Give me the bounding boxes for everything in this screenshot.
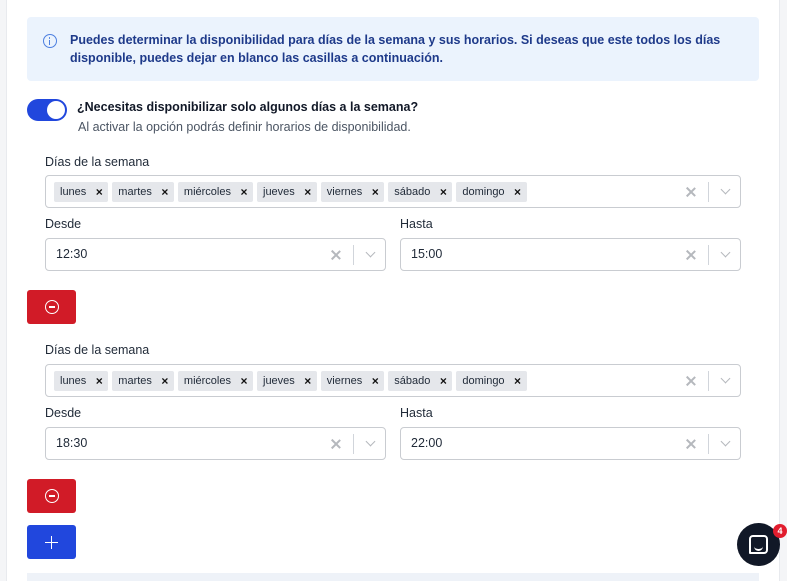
to-label: Hasta [400, 406, 433, 420]
day-chips: lunes × martes × miércoles × jueves × vierne… [54, 182, 527, 202]
add-schedule-button[interactable] [27, 525, 76, 559]
day-chip: lunes × [54, 182, 109, 202]
day-chip: domingo × [456, 371, 527, 391]
chevron-down-icon[interactable] [364, 437, 378, 451]
day-chip: miércoles × [177, 371, 253, 391]
day-chip-label: jueves [263, 375, 295, 387]
close-icon[interactable]: × [368, 371, 382, 391]
to-time-value: 15:00 [411, 247, 443, 261]
day-chip-label: lunes [60, 375, 87, 387]
close-icon[interactable]: × [511, 371, 525, 391]
day-chip: miércoles × [177, 182, 253, 202]
close-icon[interactable]: × [301, 182, 315, 202]
to-label: Hasta [400, 217, 433, 231]
day-chip: viernes × [320, 371, 385, 391]
day-chip-label: sábado [394, 186, 431, 198]
to-time-select[interactable]: 22:00 [400, 427, 741, 460]
day-chip-label: jueves [263, 186, 295, 198]
close-icon[interactable]: × [436, 182, 450, 202]
toggle-knob [47, 101, 65, 119]
from-time-select[interactable]: 12:30 [45, 238, 386, 271]
from-label: Desde [45, 217, 82, 231]
day-chip-label: viernes [326, 186, 363, 198]
clear-icon[interactable] [684, 248, 698, 262]
clear-icon[interactable] [329, 437, 343, 451]
from-time-value: 12:30 [56, 247, 88, 261]
day-chip-label: lunes [60, 186, 87, 198]
day-chip-label: viernes [326, 375, 363, 387]
from-time-select[interactable]: 18:30 [45, 427, 386, 460]
day-chip-label: miércoles [183, 375, 231, 387]
divider [708, 245, 709, 265]
chat-icon [749, 535, 768, 554]
day-chip-label: domingo [462, 186, 505, 198]
day-chip-label: sábado [394, 375, 431, 387]
info-icon [43, 34, 57, 48]
day-chip: viernes × [320, 182, 385, 202]
close-icon[interactable]: × [237, 371, 251, 391]
availability-toggle[interactable] [27, 99, 67, 121]
divider [353, 245, 354, 265]
plus-icon [45, 536, 58, 549]
day-chip-label: martes [118, 186, 152, 198]
info-banner: Puedes determinar la disponibilidad para… [27, 17, 759, 81]
from-label: Desde [45, 406, 82, 420]
close-icon[interactable]: × [301, 371, 315, 391]
toggle-subtitle: Al activar la opción podrás definir hora… [78, 120, 411, 134]
chevron-down-icon[interactable] [719, 248, 733, 262]
chevron-down-icon[interactable] [364, 248, 378, 262]
clear-icon[interactable] [684, 185, 698, 199]
day-chip-label: miércoles [183, 186, 231, 198]
days-multiselect[interactable]: lunes × martes × miércoles × jueves × vierne… [45, 175, 741, 208]
day-chip: sábado × [388, 371, 453, 391]
close-icon[interactable]: × [92, 371, 106, 391]
chevron-down-icon[interactable] [719, 437, 733, 451]
divider [708, 434, 709, 454]
next-section-strip [27, 573, 759, 581]
chevron-down-icon[interactable] [719, 185, 733, 199]
day-chip: martes × [112, 371, 174, 391]
day-chip: jueves × [257, 182, 317, 202]
day-chip: lunes × [54, 371, 109, 391]
clear-icon[interactable] [684, 374, 698, 388]
remove-schedule-button[interactable] [27, 479, 76, 513]
day-chip: sábado × [388, 182, 453, 202]
clear-icon[interactable] [329, 248, 343, 262]
close-icon[interactable]: × [158, 371, 172, 391]
days-label: Días de la semana [45, 155, 150, 169]
remove-schedule-button[interactable] [27, 290, 76, 324]
minus-circle-icon [45, 489, 59, 503]
close-icon[interactable]: × [92, 182, 106, 202]
info-text: Puedes determinar la disponibilidad para… [70, 33, 721, 65]
to-time-select[interactable]: 15:00 [400, 238, 741, 271]
minus-circle-icon [45, 300, 59, 314]
day-chip: domingo × [456, 182, 527, 202]
divider [708, 371, 709, 391]
close-icon[interactable]: × [237, 182, 251, 202]
availability-card: Puedes determinar la disponibilidad para… [6, 0, 780, 581]
day-chip: martes × [112, 182, 174, 202]
divider [708, 182, 709, 202]
day-chip: jueves × [257, 371, 317, 391]
close-icon[interactable]: × [368, 182, 382, 202]
chevron-down-icon[interactable] [719, 374, 733, 388]
divider [353, 434, 354, 454]
close-icon[interactable]: × [158, 182, 172, 202]
day-chip-label: martes [118, 375, 152, 387]
close-icon[interactable]: × [511, 182, 525, 202]
toggle-title: ¿Necesitas disponibilizar solo algunos d… [77, 100, 419, 114]
notification-badge: 4 [773, 524, 787, 538]
day-chip-label: domingo [462, 375, 505, 387]
day-chips: lunes × martes × miércoles × jueves × vierne… [54, 371, 527, 391]
to-time-value: 22:00 [411, 436, 443, 450]
from-time-value: 18:30 [56, 436, 88, 450]
close-icon[interactable]: × [436, 371, 450, 391]
days-label: Días de la semana [45, 343, 150, 357]
days-multiselect[interactable]: lunes × martes × miércoles × jueves × vierne… [45, 364, 741, 397]
clear-icon[interactable] [684, 437, 698, 451]
